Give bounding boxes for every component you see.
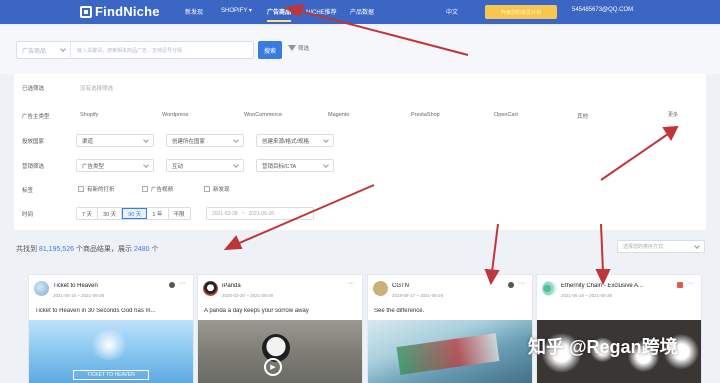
chevron-down-icon bbox=[60, 46, 66, 52]
engagement-select[interactable]: 互动 bbox=[166, 159, 244, 172]
ad-type-select[interactable]: 广告类型 bbox=[76, 159, 154, 172]
platform-opencart[interactable]: OpenCart bbox=[494, 112, 518, 118]
funnel-icon bbox=[288, 45, 296, 51]
card-date: 2020-03-20 ~ 2021-06-26 bbox=[222, 293, 274, 298]
more-icon[interactable]: ··· bbox=[518, 280, 525, 287]
nav-product-data[interactable]: 产品数据 bbox=[350, 7, 374, 16]
logo-icon bbox=[80, 5, 92, 18]
info-icon bbox=[169, 282, 175, 288]
chevron-down-icon bbox=[233, 161, 239, 168]
platform-magento[interactable]: Magento bbox=[328, 112, 349, 118]
card-date: 2021-06-16 ~ 2021-06-26 bbox=[561, 293, 613, 298]
results-total: 81,195,526 bbox=[38, 246, 74, 253]
chevron-down-icon bbox=[143, 136, 149, 143]
card-date: 2019-08-17 ~ 2021-06-26 bbox=[392, 293, 444, 298]
top-navbar: FindNiche 新发现 SHOPIFY ▾ 广告商品 NICHE推荐 产品数… bbox=[0, 0, 720, 24]
sort-select[interactable]: 选择您的排序方式 bbox=[617, 240, 705, 253]
play-icon[interactable]: ▶ bbox=[264, 358, 282, 376]
country-select[interactable]: 创建所在国家 bbox=[166, 134, 244, 147]
card-description: A panda a day keeps your sorrow away bbox=[204, 308, 309, 314]
cta-select[interactable]: 营销目标/CTA bbox=[256, 159, 334, 172]
more-icon[interactable]: ··· bbox=[348, 280, 355, 287]
platform-label: 广告主类型 bbox=[22, 114, 50, 120]
more-platforms-link[interactable]: 更多 bbox=[668, 111, 678, 118]
findniche-logo[interactable]: FindNiche bbox=[80, 4, 160, 19]
chevron-down-icon bbox=[143, 161, 149, 168]
nav-new-discover[interactable]: 新发现 bbox=[185, 7, 203, 16]
card-description: Ticket to Heaven in 30 Seconds God has m… bbox=[35, 308, 156, 314]
ad-card[interactable]: Ethernity Chain - Exclusive A... 2021-06… bbox=[536, 274, 702, 383]
search-box: 广告商品 输入关键词，搜索相关商品广告，支持逗号分隔 bbox=[16, 41, 254, 59]
search-type-select[interactable]: 广告商品 bbox=[17, 42, 71, 58]
avatar bbox=[542, 281, 557, 296]
format-select[interactable]: 创建来源/格式/规格 bbox=[256, 134, 334, 147]
time-1y[interactable]: 1 年 bbox=[147, 208, 169, 219]
platform-wordpress[interactable]: Wordpress bbox=[162, 112, 189, 118]
nav-shopify[interactable]: SHOPIFY ▾ bbox=[221, 7, 252, 14]
filter-toggle[interactable]: 筛选 bbox=[288, 44, 309, 52]
checkbox-ad-video[interactable]: 广告视频 bbox=[142, 185, 173, 193]
avatar bbox=[203, 281, 218, 296]
time-7d[interactable]: 7 天 bbox=[77, 208, 99, 219]
marketing-label: 营销筛选 bbox=[22, 164, 45, 170]
ad-card[interactable]: CGTN 2019-08-17 ~ 2021-06-26 ··· See the… bbox=[367, 274, 533, 383]
time-range-segments: 7 天 30 天 90 天 1 年 不限 bbox=[76, 207, 191, 220]
platform-other[interactable]: 其他 bbox=[577, 112, 588, 120]
channel-select[interactable]: 渠道 bbox=[76, 134, 154, 147]
search-input[interactable]: 输入关键词，搜索相关商品广告，支持逗号分隔 bbox=[71, 47, 253, 54]
card-media[interactable]: TICKET TO HEAVEN bbox=[29, 320, 193, 383]
chevron-down-icon bbox=[233, 136, 239, 143]
chevron-down-icon bbox=[323, 161, 329, 168]
avatar bbox=[34, 281, 49, 296]
chevron-down-icon bbox=[323, 136, 329, 143]
time-30d[interactable]: 30 天 bbox=[98, 208, 123, 219]
card-title: Ethernity Chain - Exclusive A... bbox=[561, 283, 644, 289]
card-title: iPanda bbox=[222, 283, 241, 289]
more-icon[interactable]: ··· bbox=[179, 280, 186, 287]
avatar bbox=[373, 281, 388, 296]
platform-woocommerce[interactable]: WooCommerce bbox=[244, 112, 282, 118]
platform-shopify[interactable]: Shopify bbox=[80, 112, 98, 118]
search-button[interactable]: 搜索 bbox=[258, 41, 282, 59]
language-select[interactable]: 中文 bbox=[446, 7, 458, 16]
card-title: CGTN bbox=[392, 283, 409, 289]
nav-ad-products[interactable]: 广告商品 bbox=[267, 7, 292, 22]
card-media[interactable] bbox=[368, 320, 532, 383]
card-description: See the difference. bbox=[374, 308, 425, 314]
tags-label: 标签 bbox=[22, 188, 34, 194]
upgrade-button[interactable]: 升级您的会员计划 bbox=[485, 5, 557, 19]
results-summary: 共找到 81,195,526 个商品结果，展示 2480 个 bbox=[16, 246, 159, 253]
card-media[interactable]: ▶ bbox=[198, 320, 362, 383]
selected-filters-hint: 没有选择筛选 bbox=[80, 86, 114, 92]
filters-panel: 已选筛选 没有选择筛选 广告主类型 Shopify Wordpress WooC… bbox=[14, 74, 706, 230]
card-date: 2021-06-16 ~ 2021-06-26 bbox=[53, 293, 105, 298]
country-label: 投放国家 bbox=[22, 139, 45, 145]
chevron-down-icon bbox=[694, 242, 700, 249]
more-icon[interactable]: ··· bbox=[687, 280, 694, 287]
checkbox-discount[interactable]: 有新的打折 bbox=[78, 185, 115, 193]
nav-niche-recommend[interactable]: NICHE推荐 bbox=[306, 7, 337, 16]
media-caption: TICKET TO HEAVEN bbox=[73, 370, 149, 380]
date-range-picker[interactable]: 2021-03-28 ~2021-06-28 bbox=[206, 207, 314, 220]
platform-prestashop[interactable]: PrestaShop bbox=[411, 112, 440, 118]
ad-card[interactable]: Ticket to Heaven 2021-06-16 ~ 2021-06-26… bbox=[28, 274, 194, 383]
ad-card[interactable]: iPanda 2020-03-20 ~ 2021-06-26 ··· A pan… bbox=[197, 274, 363, 383]
watermark: 知乎 @Regan跨境 bbox=[528, 337, 678, 357]
search-panel: 广告商品 输入关键词，搜索相关商品广告，支持逗号分隔 搜索 筛选 bbox=[0, 26, 720, 74]
ad-icon bbox=[677, 282, 683, 288]
time-90d[interactable]: 90 天 bbox=[122, 208, 148, 219]
checkbox-new[interactable]: 新发现 bbox=[204, 185, 230, 193]
selected-filters-label: 已选筛选 bbox=[22, 86, 45, 92]
card-title: Ticket to Heaven bbox=[53, 283, 98, 289]
logo-text: FindNiche bbox=[95, 4, 160, 19]
user-email-menu[interactable]: 545485673@QQ.COM bbox=[572, 7, 633, 13]
info-icon bbox=[508, 282, 514, 288]
time-unlimited[interactable]: 不限 bbox=[169, 208, 190, 219]
results-shown: 2480 bbox=[133, 246, 150, 253]
time-label: 时间 bbox=[22, 212, 34, 218]
filter-label: 筛选 bbox=[298, 46, 310, 52]
